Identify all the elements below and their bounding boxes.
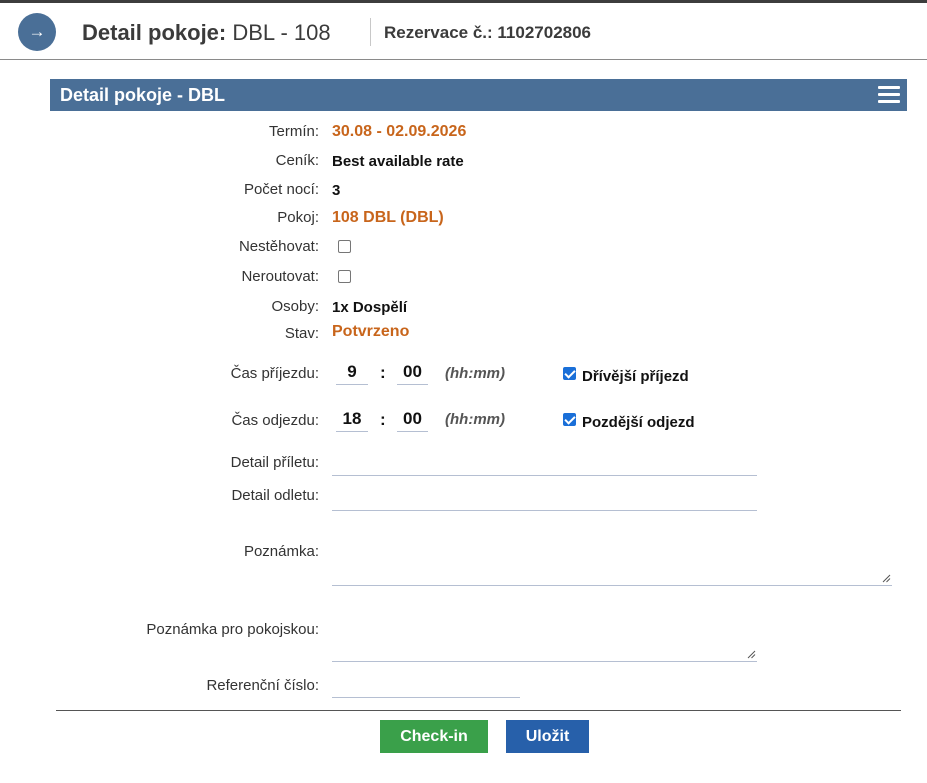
arrival-time-label: Čas příjezdu: <box>230 365 319 382</box>
reservation-number: Rezervace č.: 1102702806 <box>384 23 592 42</box>
page-header: → Detail pokoje: DBL - 108 Rezervace č.:… <box>0 3 927 60</box>
room-label: Pokoj: <box>277 209 319 226</box>
late-departure-checkbox[interactable] <box>563 413 576 426</box>
page-title-room: DBL - 108 <box>232 20 331 45</box>
departure-time-label: Čas odjezdu: <box>231 412 319 429</box>
flight-arrival-input[interactable] <box>332 453 757 476</box>
housekeeping-note-label: Poznámka pro pokojskou: <box>146 621 319 638</box>
page-title-prefix: Detail pokoje: <box>82 20 227 45</box>
arrival-minutes-input[interactable] <box>397 360 428 385</box>
departure-minutes-input[interactable] <box>397 407 428 432</box>
resize-handle-icon[interactable] <box>882 574 891 583</box>
departure-hours-input[interactable] <box>336 407 368 432</box>
term-label: Termín: <box>268 123 319 140</box>
persons-value: 1x Dospělí <box>332 299 408 316</box>
arrival-format-hint: (hh:mm) <box>445 365 505 382</box>
rate-label: Ceník: <box>275 152 319 169</box>
no-route-label: Neroutovat: <box>241 268 319 285</box>
early-arrival-label: Dřívější příjezd <box>582 368 689 385</box>
panel-header: Detail pokoje - DBL <box>50 79 907 111</box>
note-label: Poznámka: <box>243 543 319 560</box>
persons-label: Osoby: <box>271 298 319 315</box>
no-move-checkbox[interactable] <box>338 240 351 253</box>
arrow-right-icon: → <box>28 22 46 41</box>
status-label: Stav: <box>284 325 319 342</box>
early-arrival-checkbox[interactable] <box>563 367 576 380</box>
rate-value: Best available rate <box>332 153 464 170</box>
departure-colon: : <box>380 410 386 429</box>
reference-number-label: Referenční číslo: <box>206 677 319 694</box>
departure-format-hint: (hh:mm) <box>445 411 505 428</box>
resize-handle-icon[interactable] <box>747 650 756 659</box>
arrival-colon: : <box>380 363 386 382</box>
hamburger-menu-icon[interactable] <box>878 86 900 104</box>
room-value: 108 DBL (DBL) <box>332 209 444 226</box>
late-departure-label: Pozdější odjezd <box>582 414 695 431</box>
footer-divider <box>56 710 901 711</box>
term-value: 30.08 - 02.09.2026 <box>332 123 467 140</box>
flight-departure-input[interactable] <box>332 488 757 511</box>
header-divider <box>370 18 371 46</box>
nights-value: 3 <box>332 182 341 199</box>
status-value: Potvrzeno <box>332 323 410 340</box>
housekeeping-note-textarea[interactable] <box>332 617 757 662</box>
check-in-button[interactable]: Check-in <box>380 720 488 753</box>
save-button[interactable]: Uložit <box>506 720 589 753</box>
reference-number-input[interactable] <box>332 675 520 698</box>
panel-title: Detail pokoje - DBL <box>60 85 226 105</box>
flight-departure-label: Detail odletu: <box>231 487 319 504</box>
no-move-label: Nestěhovat: <box>238 238 319 255</box>
page-title: Detail pokoje: DBL - 108 <box>82 20 331 46</box>
flight-arrival-label: Detail příletu: <box>230 454 319 471</box>
back-button[interactable]: → <box>18 13 56 51</box>
nights-label: Počet nocí: <box>243 181 319 198</box>
note-textarea[interactable] <box>332 540 892 586</box>
no-route-checkbox[interactable] <box>338 270 351 283</box>
arrival-hours-input[interactable] <box>336 360 368 385</box>
